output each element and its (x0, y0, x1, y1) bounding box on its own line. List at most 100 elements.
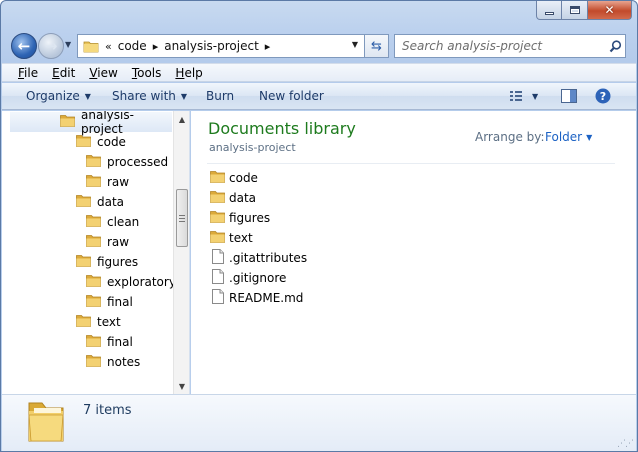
share-with-label: Share with (112, 89, 176, 103)
folder-icon (210, 230, 225, 246)
file-name: README.md (229, 291, 304, 305)
menu-file[interactable]: File (18, 66, 38, 80)
burn-button[interactable]: Burn (206, 89, 234, 103)
maximize-icon (569, 6, 580, 14)
file-name: code (229, 171, 258, 185)
file-name: figures (229, 211, 271, 225)
document-icon (212, 269, 224, 287)
organize-button[interactable]: Organize ▼ (26, 89, 91, 103)
folder-item[interactable]: code (210, 169, 258, 187)
tree-scrollbar[interactable]: ▲ ▼ (173, 111, 189, 394)
forward-button[interactable]: → (38, 33, 64, 59)
back-button[interactable]: ← (11, 33, 37, 59)
organize-label: Organize (26, 89, 80, 103)
tree-item-text[interactable]: text (2, 312, 172, 332)
search-input[interactable]: Search analysis-project (395, 39, 605, 53)
preview-pane-button[interactable] (561, 89, 577, 106)
tree-item-label: clean (107, 215, 140, 229)
tree-item-final[interactable]: final (2, 332, 172, 352)
file-name: data (229, 191, 257, 205)
folder-icon (210, 210, 225, 226)
folder-icon (76, 194, 91, 210)
close-button[interactable]: ✕ (588, 1, 632, 20)
folder-icon (210, 170, 225, 186)
close-icon: ✕ (604, 3, 615, 17)
resize-grip-icon[interactable]: ⋰⋰ (617, 439, 634, 449)
tree-item-label: raw (107, 175, 130, 189)
breadcrumb-analysis-project[interactable]: analysis-project (164, 39, 259, 53)
file-name: .gitignore (229, 271, 287, 285)
breadcrumb-separator-icon[interactable]: ▸ (153, 40, 159, 53)
folder-icon (76, 314, 91, 330)
view-grid-icon (510, 91, 522, 101)
tree-item-processed[interactable]: processed (2, 152, 172, 172)
arrange-by-value: Folder (545, 130, 583, 144)
divider (207, 163, 615, 164)
tree-item-label: final (107, 295, 133, 309)
minimize-icon (544, 11, 554, 15)
content-pane: Documents library analysis-project Arran… (191, 111, 636, 394)
tree-item-final[interactable]: final (2, 292, 172, 312)
address-overflow-chevron[interactable]: « (105, 40, 112, 53)
folder-icon (86, 234, 101, 250)
folder-item[interactable]: text (210, 229, 253, 247)
file-item[interactable]: .gitattributes (210, 249, 307, 267)
menu-view-rest: iew (97, 65, 118, 80)
menu-help[interactable]: Help (175, 66, 202, 80)
large-folder-icon (28, 402, 64, 442)
breadcrumb-separator-icon[interactable]: ▸ (265, 40, 271, 53)
menu-view[interactable]: View (89, 66, 117, 80)
tree-item-raw[interactable]: raw (2, 172, 172, 192)
help-button[interactable]: ? (595, 88, 611, 107)
tree-item-analysis-project[interactable]: analysis-project (10, 111, 172, 136)
search-icon[interactable] (605, 39, 625, 53)
chevron-down-icon: ▼ (84, 92, 91, 101)
scroll-up-icon[interactable]: ▲ (174, 111, 189, 127)
tree-item-raw[interactable]: raw (2, 232, 172, 252)
folder-icon (76, 254, 91, 270)
breadcrumb-code[interactable]: code (118, 39, 147, 53)
scroll-down-icon[interactable]: ▼ (174, 378, 189, 394)
file-item[interactable]: .gitignore (210, 269, 286, 287)
view-options-dropdown-icon[interactable]: ▼ (532, 89, 538, 103)
back-arrow-icon: ← (17, 36, 31, 55)
grip-icon (179, 214, 185, 222)
menu-tools[interactable]: Tools (132, 66, 162, 80)
address-dropdown-icon[interactable]: ▼ (352, 40, 358, 49)
folder-icon (83, 41, 99, 53)
new-folder-button[interactable]: New folder (259, 89, 324, 103)
navigation-pane: analysis-project code processed raw data clea… (2, 111, 190, 394)
tree-item-code[interactable]: code (2, 132, 172, 152)
share-with-button[interactable]: Share with ▼ (112, 89, 187, 103)
tree-item-exploratory[interactable]: exploratory (2, 272, 176, 292)
chevron-down-icon: ▼ (586, 133, 593, 142)
folder-icon (86, 154, 101, 170)
tree-item-label: text (97, 315, 121, 329)
document-icon (212, 249, 224, 267)
arrange-by-dropdown[interactable]: Folder ▼ (545, 130, 592, 144)
tree-item-figures[interactable]: figures (2, 252, 172, 272)
tree-item-notes[interactable]: notes (2, 352, 172, 372)
recent-pages-dropdown-icon[interactable]: ▼ (65, 40, 71, 49)
file-item[interactable]: README.md (210, 289, 303, 307)
menu-edit[interactable]: Edit (52, 66, 75, 80)
scrollbar-thumb[interactable] (176, 189, 188, 247)
minimize-button[interactable] (536, 1, 562, 20)
address-bar[interactable]: « code ▸ analysis-project ▸ ▼ (77, 34, 365, 58)
help-icon: ? (595, 88, 611, 104)
svg-text:?: ? (600, 90, 606, 103)
change-view-button[interactable] (509, 89, 523, 106)
file-name: .gitattributes (229, 251, 308, 265)
menu-tools-rest: ools (137, 65, 162, 80)
tree-item-clean[interactable]: clean (2, 212, 172, 232)
folder-item[interactable]: figures (210, 209, 270, 227)
tree-item-data[interactable]: data (2, 192, 172, 212)
menu-edit-mnemonic: E (52, 65, 60, 80)
folder-icon (86, 214, 101, 230)
navigation-row: ← → ▼ « code ▸ analysis-project ▸ ▼ ⇆ Se… (1, 29, 637, 61)
maximize-button[interactable] (562, 1, 588, 20)
refresh-button[interactable]: ⇆ (365, 34, 389, 58)
folder-icon (86, 294, 101, 310)
search-box[interactable]: Search analysis-project (394, 34, 626, 58)
folder-item[interactable]: data (210, 189, 256, 207)
